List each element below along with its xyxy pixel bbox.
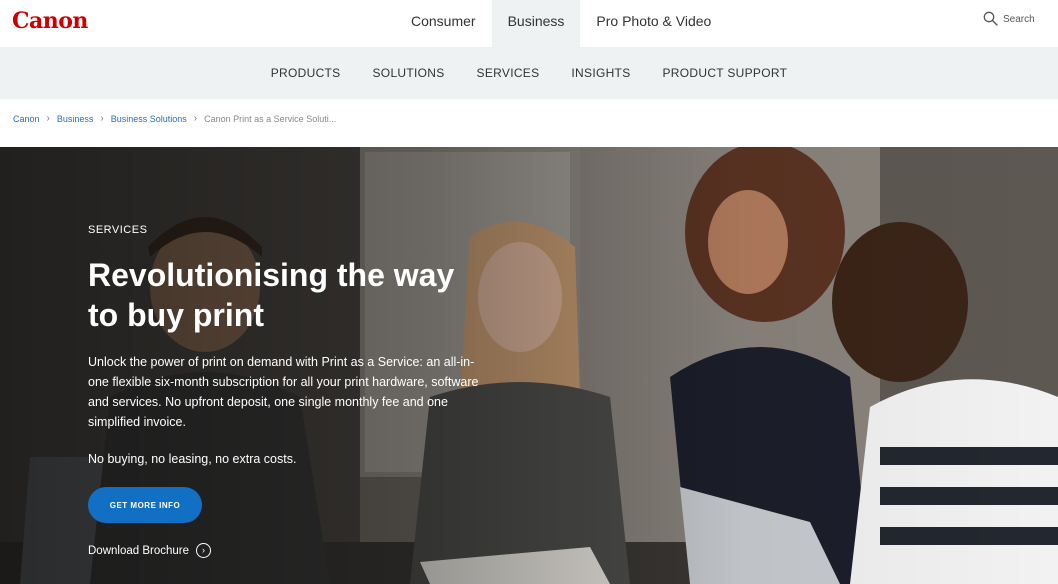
sub-nav-product-support[interactable]: PRODUCT SUPPORT xyxy=(647,66,804,80)
hero-description: Unlock the power of print on demand with… xyxy=(88,355,479,429)
breadcrumb-separator: › xyxy=(100,113,104,124)
sub-nav: PRODUCTS SOLUTIONS SERVICES INSIGHTS PRO… xyxy=(0,47,1058,99)
breadcrumb-business-solutions[interactable]: Business Solutions xyxy=(111,114,187,124)
breadcrumb-business[interactable]: Business xyxy=(57,114,94,124)
nav-item-consumer[interactable]: Consumer xyxy=(395,0,492,47)
sub-nav-services[interactable]: SERVICES xyxy=(461,66,556,80)
hero-eyebrow: SERVICES xyxy=(88,224,148,236)
breadcrumb-canon[interactable]: Canon xyxy=(13,114,40,124)
hero-tagline: No buying, no leasing, no extra costs. xyxy=(88,452,297,466)
breadcrumb-separator: › xyxy=(46,113,50,124)
sub-nav-insights[interactable]: INSIGHTS xyxy=(555,66,646,80)
breadcrumb-current: Canon Print as a Service Soluti... xyxy=(204,113,337,124)
download-brochure-link[interactable]: Download Brochure › xyxy=(88,543,212,558)
search-icon xyxy=(983,11,998,26)
search-label: Search xyxy=(1003,14,1035,25)
hero-headline: Revolutionising the way to buy print xyxy=(88,257,455,333)
download-brochure-label: Download Brochure xyxy=(88,544,190,557)
sub-nav-solutions[interactable]: SOLUTIONS xyxy=(357,66,461,80)
search-button[interactable]: Search xyxy=(983,11,1035,26)
main-nav: Consumer Business Pro Photo & Video xyxy=(395,0,727,47)
chevron-right-circle-icon: › xyxy=(196,543,212,558)
sub-nav-products[interactable]: PRODUCTS xyxy=(255,66,357,80)
canon-logo[interactable]: Canon xyxy=(12,8,88,34)
hero-banner: SERVICES Revolutionising the way to buy … xyxy=(0,147,1058,584)
breadcrumb-separator: › xyxy=(193,113,198,124)
breadcrumb: Canon › Business › Business Solutions › … xyxy=(13,113,336,124)
nav-item-pro-photo-video[interactable]: Pro Photo & Video xyxy=(580,0,727,47)
get-more-info-button[interactable]: GET MORE INFO xyxy=(88,487,202,523)
nav-item-business[interactable]: Business xyxy=(491,0,581,47)
top-header: Canon Consumer Business Pro Photo & Vide… xyxy=(0,0,1058,47)
